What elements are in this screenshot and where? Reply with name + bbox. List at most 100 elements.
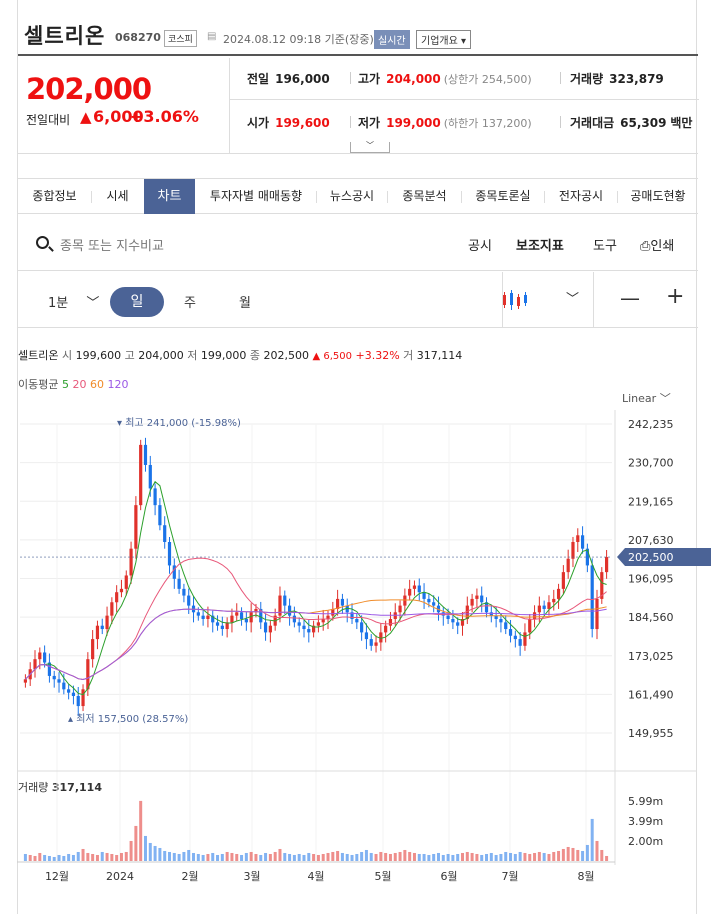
volume-bar [480, 854, 484, 861]
candle [518, 639, 522, 646]
candle [412, 585, 417, 589]
volume-bar [148, 842, 152, 861]
volume-bar [110, 853, 114, 861]
volume-bar [475, 853, 479, 861]
candle [297, 622, 301, 626]
candle [432, 602, 436, 606]
volume-bar [177, 853, 181, 861]
candle [556, 588, 561, 599]
volume-bar [374, 853, 378, 861]
volume-bar [52, 856, 56, 861]
volume-bar [364, 849, 368, 861]
min-annotation: ▴ 최저 157,500 (28.57%) [68, 713, 188, 725]
candle [115, 592, 119, 603]
candle [71, 692, 76, 697]
volume-bar [398, 851, 402, 861]
volume-bar [273, 851, 277, 861]
volume-bar [340, 852, 344, 861]
volume-bar [590, 818, 594, 861]
candle [105, 615, 109, 630]
candle [513, 635, 517, 640]
candle [230, 615, 234, 623]
y-tick-label: 219,165 [628, 495, 674, 508]
x-tick-label: 4월 [307, 870, 324, 883]
candle [302, 625, 306, 630]
candle [177, 578, 181, 589]
volume-bar [33, 855, 37, 861]
candle [364, 632, 369, 640]
candle [580, 535, 585, 549]
volume-bar [57, 854, 61, 861]
candle [263, 622, 268, 633]
volume-bar [461, 852, 464, 861]
candle [508, 629, 513, 636]
volume-bar [225, 851, 229, 861]
volume-bar [95, 854, 99, 861]
volume-bar [369, 852, 373, 861]
y-tick-label: 173,025 [628, 650, 674, 663]
volume-bar [244, 852, 248, 861]
candle [163, 525, 167, 542]
volume-bar [388, 853, 392, 861]
volume-bar [446, 853, 450, 861]
candle [388, 619, 393, 626]
volume-bar [321, 853, 325, 861]
volume-bar [581, 850, 585, 861]
candle [158, 505, 162, 526]
candle [23, 679, 28, 683]
candle [360, 622, 364, 633]
volume-bar [283, 852, 287, 861]
x-tick-label: 8월 [577, 870, 594, 883]
volume-bar [91, 853, 95, 861]
candle [153, 488, 157, 506]
price-chart[interactable]: 242,235 230,700 219,165 207,630 196,095 184,5… [0, 0, 711, 914]
volume-bar [585, 844, 589, 861]
volume-bar [28, 854, 32, 861]
x-tick-label: 12월 [45, 870, 69, 883]
volume-bar [547, 853, 551, 861]
volume-bar [297, 853, 301, 861]
volume-bar [316, 854, 320, 861]
candle [374, 642, 378, 646]
volume-bar [379, 851, 383, 861]
candle [139, 444, 143, 506]
candle [110, 602, 114, 616]
x-tick-label: 3월 [243, 870, 260, 883]
candle [451, 619, 455, 623]
candle [124, 575, 128, 589]
volume-bar [163, 850, 167, 861]
volume-bar [417, 853, 421, 861]
y-tick-label: 196,095 [628, 573, 674, 586]
candle [235, 612, 239, 616]
x-tick-label: 5월 [374, 870, 391, 883]
y-tick-label: 184,560 [628, 611, 674, 624]
candle [384, 625, 388, 633]
candle [566, 558, 570, 573]
y-tick-label: 230,700 [628, 457, 674, 470]
max-annotation: ▾ 최고 241,000 (-15.98%) [117, 417, 241, 429]
volume-bar [105, 852, 109, 861]
candle [355, 619, 359, 623]
volume-bar [143, 835, 147, 861]
volume-bar [566, 846, 570, 861]
x-tick-label: 2월 [181, 870, 198, 883]
candle [244, 619, 248, 623]
candle [129, 548, 133, 576]
volume-bar [350, 854, 354, 861]
y-tick-label: 242,235 [628, 418, 674, 431]
candle [489, 612, 493, 616]
volume-bar [494, 854, 498, 861]
candle [595, 598, 599, 630]
volume-bar [158, 847, 162, 861]
candle [57, 679, 61, 683]
candle [206, 615, 210, 620]
volume-bar [288, 853, 292, 861]
volume-bar [249, 851, 253, 861]
candle [470, 598, 474, 606]
volume-bar [600, 849, 604, 861]
current-price-label: 202,500 [628, 551, 674, 564]
candle [417, 585, 421, 593]
volume-bar [576, 849, 580, 861]
volume-bar [336, 850, 340, 861]
volume-bar [115, 854, 119, 861]
